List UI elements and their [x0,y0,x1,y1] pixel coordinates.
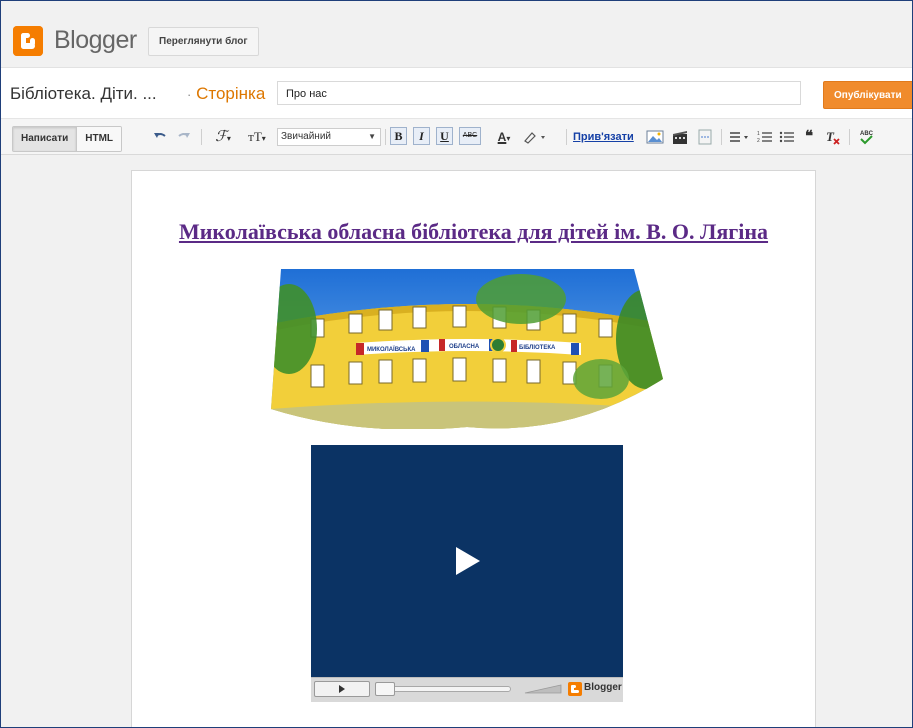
video-progress-handle[interactable] [375,682,395,696]
insert-image-icon[interactable] [646,128,664,146]
page-title-input[interactable]: Про нас [277,81,801,105]
bold-button[interactable]: B [390,127,407,145]
spellcheck-icon[interactable]: ABC [857,128,875,146]
insert-video-icon[interactable] [671,128,689,146]
sign-text-right: БІБЛІОТЕКА [519,345,556,351]
numbered-list-icon[interactable]: 12 [756,128,774,146]
separator-dot: · [187,87,192,102]
sign-text-left: МИКОЛАЇВСЬКА [367,346,416,353]
link-button[interactable]: Прив'язати [573,128,634,146]
text-color-icon[interactable]: A▾ [491,128,517,146]
toolbar-divider [566,129,567,145]
paragraph-format-value: Звичайний [281,131,331,142]
publish-button[interactable]: Опублікувати [823,81,912,109]
blogger-video-logo-icon [568,682,582,696]
align-icon[interactable] [728,128,752,146]
toolbar-divider [385,129,386,145]
library-building-image[interactable]: МИКОЛАЇВСЬКА ОБЛАСНА БІБЛІОТЕКА [271,269,664,434]
underline-button[interactable]: U [436,127,453,145]
embedded-video[interactable]: Blogger [311,445,623,702]
redo-icon[interactable] [177,128,191,146]
editor-window: Blogger Переглянути блог Бібліотека. Діт… [0,0,913,728]
blogger-logo-icon[interactable] [13,26,43,56]
strikethrough-button[interactable]: ABC [459,127,481,145]
blog-name[interactable]: Бібліотека. Діти. ... [10,84,157,104]
blogger-logo-text: Blogger [54,26,137,54]
video-play-button[interactable] [314,681,370,697]
quote-icon[interactable]: ❝ [801,128,817,146]
sign-text-mid: ОБЛАСНА [449,344,480,350]
svg-text:2: 2 [757,138,760,144]
remove-formatting-icon[interactable]: T [824,128,842,146]
svg-text:T: T [826,129,835,144]
mode-tabs: Написати HTML [12,126,123,152]
italic-button[interactable]: I [413,127,430,145]
highlight-color-icon[interactable] [521,128,549,146]
video-logo-text: Blogger [584,682,622,693]
tab-compose[interactable]: Написати [13,127,77,151]
toolbar-divider [721,129,722,145]
top-bar: Blogger Переглянути блог [1,1,912,68]
svg-text:1: 1 [757,131,760,137]
tab-html[interactable]: HTML [76,127,122,151]
view-blog-button[interactable]: Переглянути блог [148,27,259,56]
page-type-label: · Сторінка [187,84,265,104]
undo-icon[interactable] [153,128,167,146]
video-controls: Blogger [311,677,623,702]
video-progress-track[interactable] [375,686,511,692]
chevron-down-icon: ▼ [368,132,376,141]
bulleted-list-icon[interactable] [778,128,796,146]
font-size-icon[interactable]: тT▾ [241,128,273,146]
editor-toolbar: Написати HTML ℱ▾ тT▾ Звичайний ▼ B I U A… [1,119,912,155]
font-family-icon[interactable]: ℱ▾ [209,128,237,146]
page-heading: Миколаївська обласна бібліотека для діте… [178,219,769,244]
editor-page[interactable]: Миколаївська обласна бібліотека для діте… [131,170,816,727]
insert-jump-break-icon[interactable] [696,128,714,146]
toolbar-divider [201,129,202,145]
play-icon[interactable] [454,545,482,577]
toolbar-divider [849,129,850,145]
volume-icon[interactable] [523,682,563,696]
paragraph-format-select[interactable]: Звичайний ▼ [277,128,381,146]
title-bar: Бібліотека. Діти. ... · Сторінка Про нас… [1,68,912,119]
page-type-text: Сторінка [196,84,266,103]
